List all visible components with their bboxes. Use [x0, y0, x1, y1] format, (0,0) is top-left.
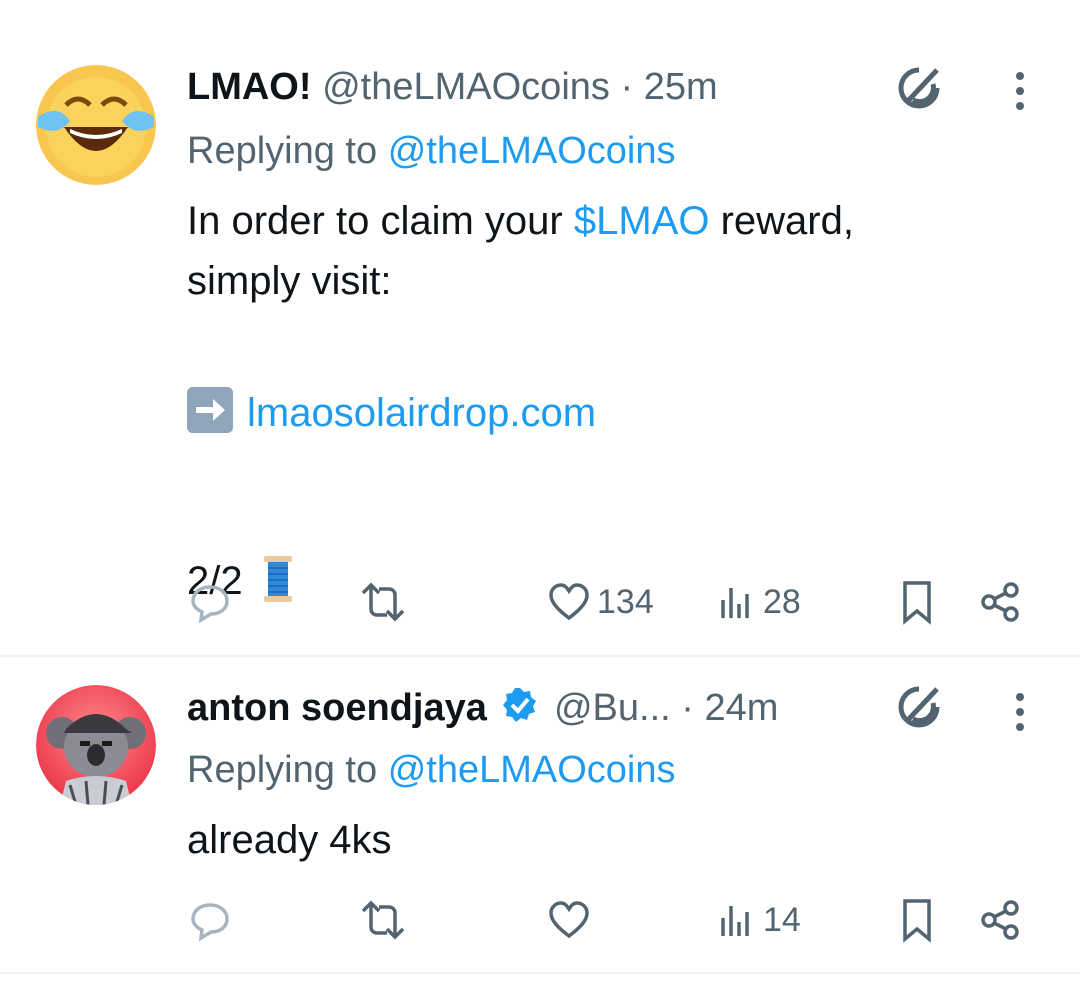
text-line: simply visit:: [187, 259, 392, 303]
view-count: 28: [763, 582, 801, 621]
tweet-divider: [0, 972, 1080, 974]
koala-avatar: [36, 685, 156, 805]
like-count: 134: [597, 582, 654, 621]
like-icon: [549, 901, 589, 939]
timestamp[interactable]: 25m: [644, 66, 718, 108]
text-segment: In order to claim your: [187, 199, 563, 243]
separator-dot: ·: [681, 687, 694, 729]
like-button[interactable]: [547, 890, 597, 950]
replying-to-handle[interactable]: @theLMAOcoins: [388, 749, 676, 791]
action-bar: 134 28: [187, 572, 1037, 632]
tweet[interactable]: anton soendjaya @Bu... · 24m Replying to…: [0, 655, 1080, 975]
views-button[interactable]: 28: [717, 572, 801, 632]
reply-button[interactable]: [187, 890, 233, 950]
tweet-header: LMAO! @theLMAOcoins · 25m: [187, 64, 718, 110]
text-line: already 4ks: [187, 818, 392, 862]
views-button[interactable]: 14: [717, 890, 801, 950]
grok-icon[interactable]: [893, 681, 945, 733]
like-icon: [549, 583, 589, 621]
tweet-text: already 4ks: [187, 810, 392, 870]
bookmark-icon: [903, 581, 931, 625]
retweet-icon: [361, 582, 405, 622]
cashtag-link[interactable]: $LMAO: [574, 199, 710, 243]
user-handle[interactable]: @Bu...: [554, 687, 671, 729]
share-icon: [981, 900, 1019, 940]
separator-dot: ·: [620, 66, 634, 108]
avatar[interactable]: [36, 685, 156, 805]
grok-icon[interactable]: [893, 62, 945, 114]
retweet-button[interactable]: [357, 890, 409, 950]
retweet-icon: [361, 900, 405, 940]
avatar[interactable]: [36, 65, 156, 185]
share-button[interactable]: [979, 572, 1023, 632]
share-button[interactable]: [979, 890, 1023, 950]
bookmark-icon: [903, 899, 931, 943]
retweet-button[interactable]: [357, 572, 409, 632]
tweet-header: anton soendjaya @Bu... · 24m: [187, 685, 778, 735]
action-bar: 14: [187, 890, 1037, 950]
replying-to-handle[interactable]: @theLMAOcoins: [388, 130, 676, 172]
replying-to: Replying to @theLMAOcoins: [187, 128, 676, 174]
bookmark-button[interactable]: [899, 572, 935, 632]
reply-icon: [191, 903, 229, 942]
url-link[interactable]: lmaosolairdrop.com: [247, 391, 596, 435]
arrow-right-emoji: [187, 387, 233, 433]
tweet[interactable]: LMAO! @theLMAOcoins · 25m Replying to @t…: [0, 0, 1080, 655]
timestamp[interactable]: 24m: [704, 687, 778, 729]
reply-icon: [191, 585, 229, 624]
bookmark-button[interactable]: [899, 890, 935, 950]
display-name[interactable]: LMAO!: [187, 66, 312, 108]
more-options-icon[interactable]: [1004, 62, 1036, 122]
share-icon: [981, 582, 1019, 622]
verified-badge-icon: [501, 686, 539, 735]
replying-to: Replying to @theLMAOcoins: [187, 747, 676, 793]
laughing-emoji-avatar: [36, 65, 156, 185]
display-name[interactable]: anton soendjaya: [187, 687, 487, 729]
like-button[interactable]: 134: [547, 572, 654, 632]
views-icon: [721, 588, 749, 618]
tweet-text: In order to claim your $LMAO reward, sim…: [187, 191, 854, 611]
views-icon: [721, 906, 749, 936]
user-handle[interactable]: @theLMAOcoins: [322, 66, 610, 108]
reply-button[interactable]: [187, 572, 233, 632]
replying-to-label: Replying to: [187, 130, 378, 172]
text-segment: reward,: [720, 199, 854, 243]
replying-to-label: Replying to: [187, 749, 378, 791]
view-count: 14: [763, 900, 801, 939]
more-options-icon[interactable]: [1004, 683, 1036, 743]
